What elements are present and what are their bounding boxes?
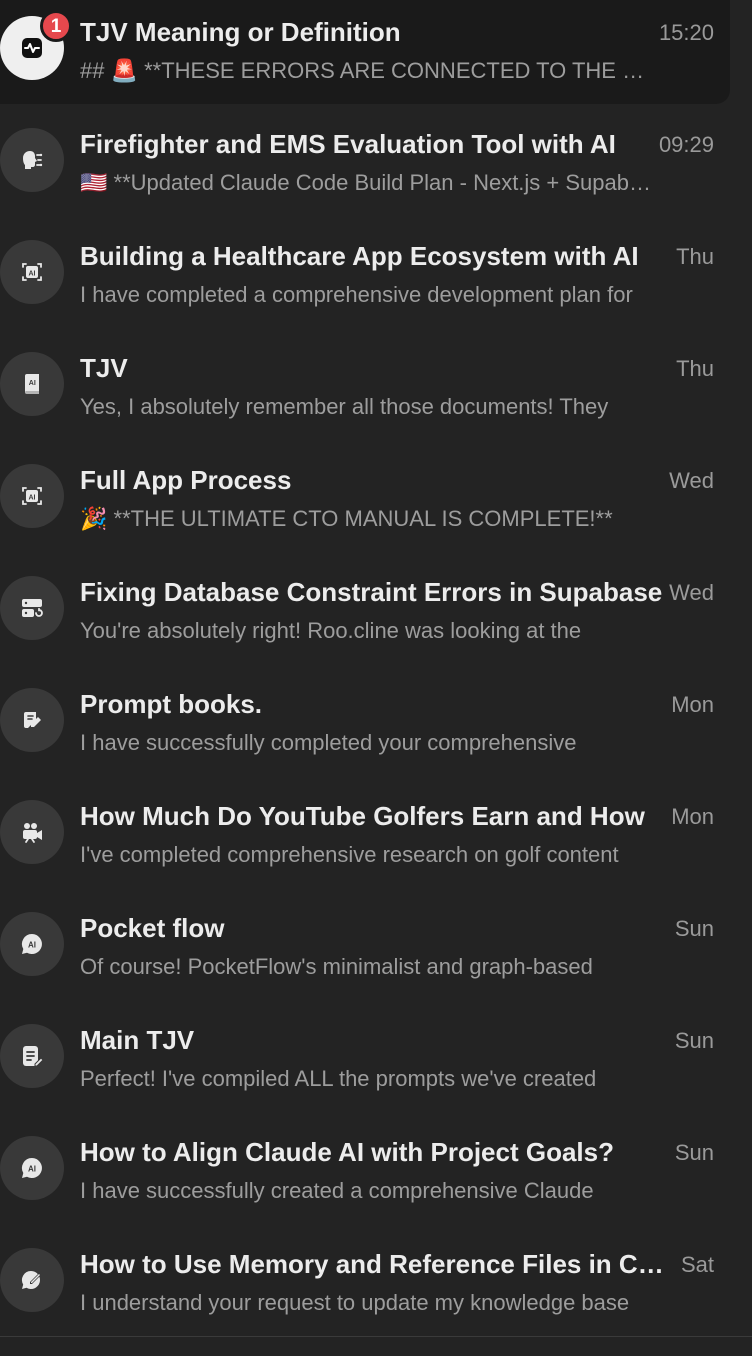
chat-title: Firefighter and EMS Evaluation Tool with… bbox=[80, 129, 616, 159]
chat-timestamp: Mon bbox=[671, 804, 714, 829]
chat-preview: I have successfully created a comprehens… bbox=[80, 1178, 594, 1203]
chat-row[interactable]: AI How to Align Claude AI with Project Go… bbox=[0, 1120, 752, 1224]
chat-list: 1 TJV Meaning or Definition 15:20 ## 🚨 **TH… bbox=[0, 0, 752, 1356]
chat-title: Prompt books. bbox=[80, 689, 263, 719]
chat-timestamp: 09:29 bbox=[658, 132, 714, 157]
svg-text:AI: AI bbox=[28, 1164, 36, 1173]
svg-text:AI: AI bbox=[29, 380, 36, 387]
chat-timestamp: 15:20 bbox=[658, 20, 714, 45]
chat-row[interactable]: Firefighter and EMS Evaluation Tool with… bbox=[0, 112, 752, 216]
chat-row[interactable]: Prompt books. Mon I have successfully comp… bbox=[0, 672, 752, 776]
chat-row[interactable]: AI TJV Thu Yes, I absolutely remember all t… bbox=[0, 336, 752, 440]
chat-preview: I have successfully completed your compr… bbox=[80, 730, 577, 755]
chat-preview: Yes, I absolutely remember all those doc… bbox=[80, 394, 609, 419]
ai-book-icon: AI bbox=[0, 352, 64, 416]
chat-timestamp: Wed bbox=[669, 580, 714, 605]
ai-scan-icon: AI bbox=[0, 240, 64, 304]
chat-preview: Of course! PocketFlow's minimalist and g… bbox=[80, 954, 593, 979]
chat-title: Building a Healthcare App Ecosystem with… bbox=[80, 241, 639, 271]
ai-scan-icon: AI bbox=[0, 464, 64, 528]
head-circuit-icon bbox=[0, 128, 64, 192]
list-divider bbox=[0, 1336, 752, 1337]
ai-chat-icon: AI bbox=[0, 912, 64, 976]
note-edit-icon bbox=[0, 688, 64, 752]
document-edit-icon bbox=[0, 1024, 64, 1088]
chat-row[interactable]: 1 TJV Meaning or Definition 15:20 ## 🚨 **TH… bbox=[0, 0, 730, 104]
svg-text:AI: AI bbox=[29, 270, 36, 277]
chat-preview: ## 🚨 **THESE ERRORS ARE CONNECTED TO THE… bbox=[80, 58, 654, 83]
svg-text:AI: AI bbox=[28, 940, 36, 949]
unread-badge: 1 bbox=[40, 10, 72, 42]
chat-row[interactable]: Main TJV Sun Perfect! I've compiled ALL th… bbox=[0, 1008, 752, 1112]
chat-timestamp: Sat bbox=[680, 1252, 714, 1277]
chat-title: Full App Process bbox=[80, 465, 292, 495]
chat-preview: Perfect! I've compiled ALL the prompts w… bbox=[80, 1066, 597, 1091]
ai-chat-icon: AI bbox=[0, 1136, 64, 1200]
video-camera-icon bbox=[0, 800, 64, 864]
chat-title: Main TJV bbox=[80, 1025, 195, 1055]
chat-timestamp: Wed bbox=[669, 468, 714, 493]
chat-preview: I have completed a comprehensive develop… bbox=[80, 282, 633, 307]
chat-timestamp: Thu bbox=[676, 244, 714, 269]
chat-row[interactable]: AI Pocket flow Sun Of course! PocketFlow's … bbox=[0, 896, 752, 1000]
chat-preview: I understand your request to update my k… bbox=[80, 1290, 630, 1315]
chat-title: Fixing Database Constraint Errors in Sup… bbox=[80, 577, 663, 607]
chat-preview: 🇺🇸 **Updated Claude Code Build Plan - Ne… bbox=[80, 170, 654, 195]
chat-edit-icon bbox=[0, 1248, 64, 1312]
chat-row[interactable]: How Much Do YouTube Golfers Earn and How… bbox=[0, 784, 752, 888]
chat-timestamp: Sun bbox=[674, 916, 714, 941]
chat-title: Pocket flow bbox=[80, 913, 225, 943]
chat-timestamp: Sun bbox=[674, 1140, 714, 1165]
chat-row[interactable]: AI Building a Healthcare App Ecosystem wi… bbox=[0, 224, 752, 328]
chat-preview: You're absolutely right! Roo.cline was l… bbox=[80, 618, 582, 643]
chat-preview: I've completed comprehensive research on… bbox=[80, 842, 619, 867]
chat-title: How Much Do YouTube Golfers Earn and How bbox=[80, 801, 645, 831]
svg-text:AI: AI bbox=[29, 494, 36, 501]
chat-title: TJV bbox=[80, 353, 128, 383]
chat-title: How to Use Memory and Reference Files in… bbox=[80, 1249, 666, 1279]
chat-row[interactable]: Fixing Database Constraint Errors in Sup… bbox=[0, 560, 752, 664]
chat-row[interactable]: AI Full App Process Wed 🎉 **THE ULTIMATE CT… bbox=[0, 448, 752, 552]
chat-title: How to Align Claude AI with Project Goal… bbox=[80, 1137, 614, 1167]
chat-timestamp: Sun bbox=[674, 1028, 714, 1053]
server-refresh-icon bbox=[0, 576, 64, 640]
chat-timestamp: Mon bbox=[671, 692, 714, 717]
chat-title: TJV Meaning or Definition bbox=[80, 17, 401, 47]
chat-timestamp: Thu bbox=[676, 356, 714, 381]
chat-preview: 🎉 **THE ULTIMATE CTO MANUAL IS COMPLETE!… bbox=[80, 506, 613, 531]
chat-row[interactable]: How to Use Memory and Reference Files in… bbox=[0, 1232, 752, 1336]
